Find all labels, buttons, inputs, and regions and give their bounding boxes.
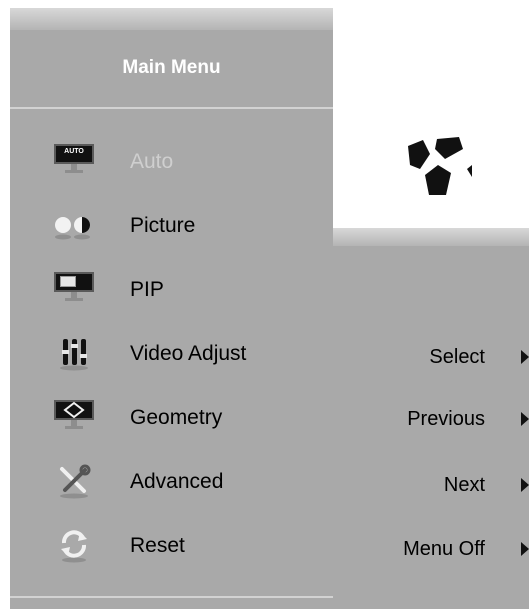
menu-off-button[interactable]: Menu Off (333, 530, 529, 570)
arrow-right-icon (521, 412, 529, 426)
menu-item-picture[interactable]: Picture (10, 200, 333, 252)
reset-arrows-icon (52, 526, 96, 566)
button-label: Select (429, 346, 485, 368)
menu-item-label: Reset (130, 534, 185, 557)
previous-button[interactable]: Previous (333, 400, 529, 440)
menu-item-pip[interactable]: PIP (10, 264, 333, 316)
wrench-screwdriver-icon (52, 462, 96, 502)
auto-icon-text: AUTO (64, 148, 84, 155)
menu-item-geometry[interactable]: Geometry (10, 392, 333, 444)
menu-item-reset[interactable]: Reset (10, 520, 333, 572)
pointer-shapes-icon (408, 137, 472, 195)
menu-item-label: Auto (130, 150, 174, 173)
button-panel-top-strip (333, 228, 529, 246)
menu-item-advanced[interactable]: Advanced (10, 456, 333, 508)
button-label: Next (443, 474, 485, 496)
next-button[interactable]: Next (333, 466, 529, 506)
menu-divider-top (10, 107, 333, 109)
menu-item-auto[interactable]: AUTO Auto (10, 136, 333, 188)
menu-divider-bottom (10, 596, 333, 598)
menu-item-label: Geometry (130, 406, 223, 429)
main-menu-panel: Main Menu AUTO Auto Picture PIP Video Ad… (10, 8, 333, 609)
menu-top-strip (10, 8, 333, 30)
select-button[interactable]: Select (333, 338, 529, 378)
menu-item-video-adjust[interactable]: Video Adjust (10, 328, 333, 380)
arrow-right-icon (521, 350, 529, 364)
arrow-right-icon (521, 478, 529, 492)
auto-monitor-icon: AUTO (52, 142, 96, 182)
menu-item-label: PIP (130, 278, 164, 301)
menu-item-label: Video Adjust (130, 342, 247, 365)
arrow-right-icon (521, 542, 529, 556)
menu-title: Main Menu (122, 57, 221, 78)
button-label: Previous (407, 408, 485, 430)
geometry-monitor-icon (52, 398, 96, 438)
color-sliders-icon (52, 334, 96, 374)
menu-item-label: Picture (130, 214, 196, 237)
button-guide-panel: Select Previous Next Menu Off (333, 228, 529, 609)
pip-monitor-icon (52, 270, 96, 310)
brightness-contrast-icon (52, 206, 96, 246)
button-label: Menu Off (403, 538, 485, 560)
menu-item-label: Advanced (130, 470, 224, 493)
